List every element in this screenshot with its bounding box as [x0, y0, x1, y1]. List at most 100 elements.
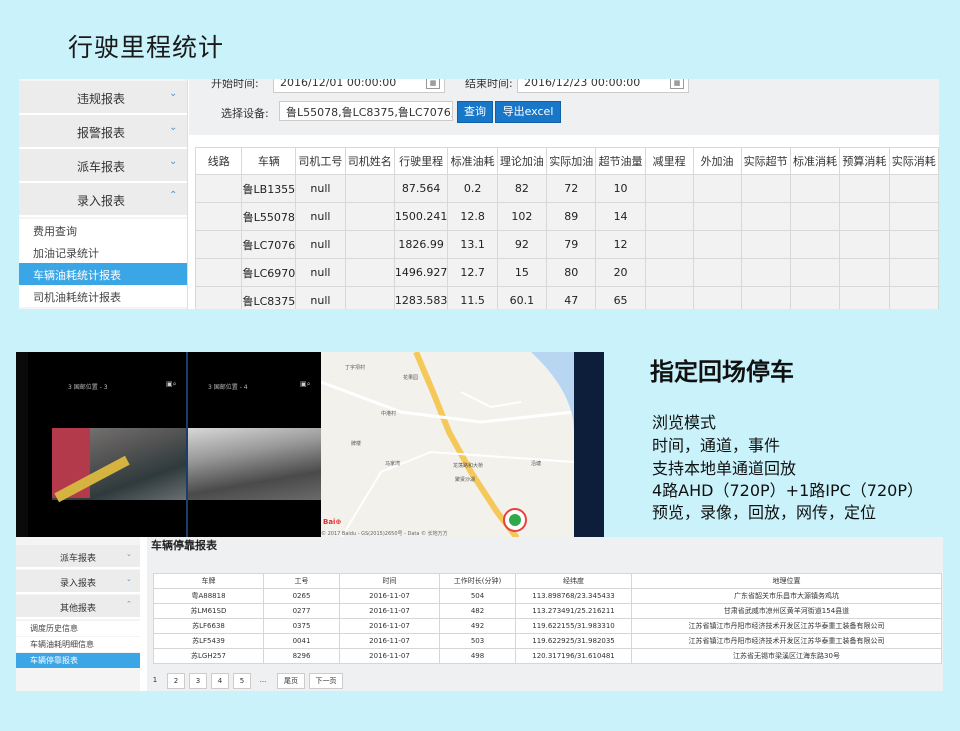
table-cell: 82: [496, 174, 548, 203]
table-cell: 苏LF5439: [153, 633, 264, 649]
start-time-input[interactable]: 2016/12/01 00:00:00 ▦: [273, 79, 445, 93]
sidebar-group-dispatch[interactable]: 派车报表 ⌄: [16, 545, 140, 569]
sidebar-item-fuel-detail[interactable]: 车辆油耗明细信息: [16, 637, 140, 652]
export-excel-button[interactable]: 导出excel: [495, 101, 561, 123]
column-header[interactable]: 实际超节: [740, 147, 791, 175]
column-header[interactable]: 司机姓名: [344, 147, 395, 175]
sidebar-group-alarm[interactable]: 报警报表 ⌄: [19, 115, 187, 149]
sidebar-item-vehicle-fuel[interactable]: 车辆油耗统计报表: [19, 263, 187, 285]
sidebar-item-label: 车辆油耗统计报表: [33, 269, 121, 282]
table-cell: [839, 174, 890, 203]
table-cell: null: [295, 286, 346, 309]
device-select-value: 鲁L55078,鲁LC8375,鲁LC7076,鲁LC: [286, 106, 452, 119]
sidebar-item-label: 费用查询: [33, 225, 77, 238]
table-cell: 65: [595, 286, 646, 309]
table-cell: 粤A88818: [153, 588, 264, 604]
sidebar-group-entry[interactable]: 录入报表 ⌄: [16, 570, 140, 594]
table-cell: [194, 286, 243, 309]
query-button[interactable]: 查询: [457, 101, 493, 123]
sidebar-group-dispatch[interactable]: 派车报表 ⌄: [19, 149, 187, 183]
camera-control-icon[interactable]: ▣⌕: [166, 380, 177, 389]
column-header[interactable]: 工号: [263, 573, 340, 589]
sidebar-item-parking-report[interactable]: 车辆停靠报表: [16, 653, 140, 668]
parking-table: 车牌 工号 时间 工作时长(分钟) 经纬度 地理位置 粤A88818 0265 2016-11…: [153, 573, 942, 664]
column-header[interactable]: 线路: [194, 147, 243, 175]
column-header[interactable]: 实际消耗: [888, 147, 939, 175]
table-cell: [740, 202, 791, 231]
column-header[interactable]: 理论加油: [496, 147, 548, 175]
page-button[interactable]: 4: [211, 673, 229, 689]
page-button[interactable]: 3: [189, 673, 207, 689]
sidebar-group-entry[interactable]: 录入报表 ⌃: [19, 183, 187, 217]
table-row[interactable]: 鲁LC6970 null 1496.927 12.7 15 80 20: [194, 258, 939, 287]
table-row[interactable]: 鲁LC7076 null 1826.99 13.1 92 79 12: [194, 230, 939, 259]
sidebar-group-other[interactable]: 其他报表 ⌃: [16, 595, 140, 619]
map-view[interactable]: 丁字坝村 花果园 中港村 牌楼 马家湾 沿塘 龙荡路和大桥 聚贤沙湖 Bai⊕ …: [321, 352, 574, 538]
column-header[interactable]: 司机工号: [295, 147, 346, 175]
sidebar-item-fuel-record[interactable]: 加油记录统计: [19, 241, 187, 263]
column-header[interactable]: 实际加油: [546, 147, 597, 175]
table-row[interactable]: 粤A88818 0265 2016-11-07 504 113.898768/23.34…: [153, 588, 942, 604]
table-row[interactable]: 鲁L55078 null 1500.241 12.8 102 89 14: [194, 202, 939, 231]
table-cell: 鲁LB1355: [241, 174, 297, 203]
column-header[interactable]: 减里程: [644, 147, 694, 175]
table-cell: 2016-11-07: [339, 648, 440, 664]
page-button: ...: [259, 676, 267, 684]
device-select-input[interactable]: 鲁L55078,鲁LC8375,鲁LC7076,鲁LC: [279, 101, 453, 121]
end-time-input[interactable]: 2016/12/23 00:00:00 ▦: [517, 79, 689, 93]
sidebar-group-violation[interactable]: 违规报表 ⌄: [19, 81, 187, 115]
column-header[interactable]: 标准消耗: [789, 147, 841, 175]
sidebar-item-dispatch-history[interactable]: 调度历史信息: [16, 621, 140, 636]
calendar-icon[interactable]: ▦: [670, 79, 684, 89]
column-header[interactable]: 行驶里程: [393, 147, 449, 175]
table-cell: 482: [439, 603, 516, 619]
table-row[interactable]: 苏LGH257 8296 2016-11-07 498 120.317196/31.61…: [153, 648, 942, 664]
sidebar-item-expense[interactable]: 费用查询: [19, 219, 187, 241]
page-button[interactable]: 1: [149, 673, 161, 687]
table-cell: [344, 174, 395, 203]
column-header[interactable]: 外加油: [692, 147, 742, 175]
camera-control-icon[interactable]: ▣⌕: [300, 380, 311, 389]
sidebar-item-driver-fuel[interactable]: 司机油耗统计报表: [19, 285, 187, 307]
column-header[interactable]: 预算消耗: [839, 147, 890, 175]
table-cell: [692, 174, 742, 203]
table-row[interactable]: 苏LF5439 0041 2016-11-07 503 119.622925/31.98…: [153, 633, 942, 649]
channel-label: 3 国邮位置 - 4: [208, 384, 248, 391]
table-cell: 2016-11-07: [339, 588, 440, 604]
column-header[interactable]: 车牌: [153, 573, 264, 589]
report-main: 开始时间: 2016/12/01 00:00:00 ▦ 结束时间: 2016/1…: [189, 79, 939, 309]
chevron-down-icon: ⌄: [169, 156, 178, 167]
column-header[interactable]: 经纬度: [515, 573, 632, 589]
table-row[interactable]: 鲁LC8375 null 1283.583 11.5 60.1 47 65: [194, 286, 939, 309]
next-page-button[interactable]: 下一页: [309, 673, 343, 689]
last-page-button[interactable]: 尾页: [277, 673, 305, 689]
table-cell: 120.317196/31.610481: [515, 648, 632, 664]
table-cell: [644, 174, 694, 203]
table-cell: 20: [595, 258, 646, 287]
table-cell: 苏LF6638: [153, 618, 264, 634]
column-header[interactable]: 地理位置: [631, 573, 942, 589]
sidebar-item-label: 加油记录统计: [33, 247, 99, 260]
column-header[interactable]: 标准油耗: [447, 147, 498, 175]
column-header[interactable]: 时间: [339, 573, 440, 589]
table-row[interactable]: 苏LF6638 0375 2016-11-07 492 119.622155/31.98…: [153, 618, 942, 634]
vehicle-marker-icon[interactable]: [503, 508, 527, 532]
table-cell: [789, 258, 841, 287]
table-cell: [194, 174, 243, 203]
video-channel-3[interactable]: 3 国邮位置 - 3 ▣⌕: [28, 352, 188, 538]
table-cell: 鲁LC8375: [241, 286, 297, 309]
column-header[interactable]: 车辆: [241, 147, 297, 175]
table-cell: null: [295, 174, 346, 203]
table-cell: 1496.927: [393, 258, 449, 287]
column-header[interactable]: 工作时长(分钟): [439, 573, 516, 589]
video-channel-4[interactable]: 3 国邮位置 - 4 ▣⌕: [188, 352, 321, 538]
page-button[interactable]: 2: [167, 673, 185, 689]
calendar-icon[interactable]: ▦: [426, 79, 440, 89]
table-cell: [194, 230, 243, 259]
table-row[interactable]: 苏LM61SD 0277 2016-11-07 482 113.273491/25.21…: [153, 603, 942, 619]
page-button[interactable]: 5: [233, 673, 251, 689]
column-header[interactable]: 超节油量: [595, 147, 646, 175]
table-cell: 113.273491/25.216211: [515, 603, 632, 619]
table-row[interactable]: 鲁LB1355 null 87.564 0.2 82 72 10: [194, 174, 939, 203]
table-cell: 1500.241: [393, 202, 449, 231]
